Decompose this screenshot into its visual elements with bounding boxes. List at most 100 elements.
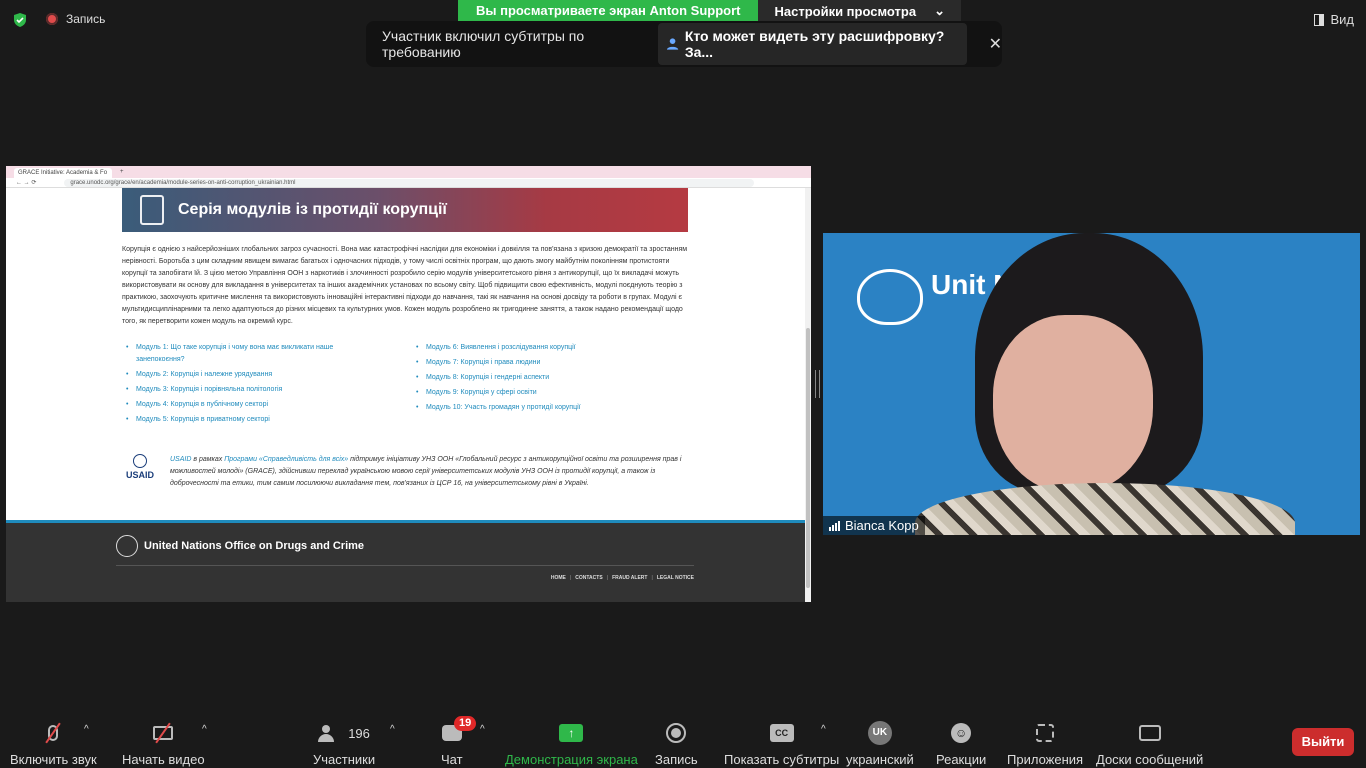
whiteboard-icon bbox=[1138, 722, 1161, 744]
reactions-label: Реакции bbox=[936, 752, 987, 767]
scroll-thumb[interactable] bbox=[806, 328, 810, 588]
apps-label: Приложения bbox=[1007, 752, 1084, 767]
show-captions-label: Показать субтитры bbox=[724, 752, 840, 767]
audio-options-caret[interactable]: ^ bbox=[84, 724, 89, 735]
participant-name: Bianca Kopp bbox=[845, 518, 919, 533]
participants-count: 196 bbox=[348, 725, 370, 741]
page-scrollbar[interactable] bbox=[805, 188, 811, 602]
splitter-handle[interactable] bbox=[815, 370, 820, 398]
view-settings-button[interactable]: Настройки просмотра ⌄ bbox=[758, 0, 961, 22]
module-link[interactable]: Модуль 8: Корупція і гендерні аспекти bbox=[414, 372, 664, 384]
view-settings-label: Настройки просмотра bbox=[774, 3, 917, 19]
usaid-logo-text: USAID bbox=[125, 470, 154, 480]
browser-tab-bar: GRACE Initiative: Academia & Fo + bbox=[6, 166, 811, 178]
participant-face bbox=[993, 315, 1153, 493]
reactions-button[interactable]: ☺ Реакции bbox=[936, 722, 986, 767]
module-link[interactable]: Модуль 1: Що таке корупція і чому вона м… bbox=[124, 342, 374, 366]
participants-label: Участники bbox=[313, 752, 376, 767]
viewing-screen-label: Вы просматриваете экран Anton Support bbox=[458, 0, 759, 22]
certificate-icon bbox=[140, 195, 164, 225]
language-button[interactable]: UK украинский bbox=[846, 721, 914, 767]
nav-arrows-icon[interactable]: ← → ⟳ bbox=[16, 179, 36, 186]
record-icon bbox=[666, 722, 687, 744]
usaid-section: USAID USAID в рамках Програми «Справедли… bbox=[120, 454, 690, 490]
new-tab-icon[interactable]: + bbox=[120, 169, 124, 175]
view-button[interactable]: Вид bbox=[1314, 12, 1354, 27]
web-page: Серія модулів із протидії корупції Коруп… bbox=[6, 188, 811, 602]
modules-list-left: Модуль 1: Що таке корупція і чому вона м… bbox=[124, 342, 374, 429]
transcript-visibility-link[interactable]: Кто может видеть эту расшифровку? За... bbox=[657, 23, 967, 65]
module-link[interactable]: Модуль 2: Корупція і належне урядування bbox=[124, 369, 374, 381]
muted-mic-icon bbox=[45, 722, 62, 744]
footer-separator: | bbox=[569, 575, 572, 581]
share-screen-button[interactable]: ↑ Демонстрация экрана bbox=[505, 722, 638, 767]
footer-separator: | bbox=[606, 575, 609, 581]
participants-options-caret[interactable]: ^ bbox=[390, 724, 395, 735]
view-label: Вид bbox=[1330, 12, 1354, 27]
zoom-meeting-window: Запись Вы просматриваете экран Anton Sup… bbox=[0, 0, 1366, 768]
chat-label: Чат bbox=[441, 752, 463, 767]
participant-clothing bbox=[915, 483, 1295, 535]
module-link[interactable]: Модуль 10: Участь громадян у протидії ко… bbox=[414, 402, 664, 414]
apps-button[interactable]: Приложения bbox=[1007, 722, 1083, 767]
module-link[interactable]: Модуль 3: Корупція і порівняльна політол… bbox=[124, 384, 374, 396]
meeting-toolbar: Включить звук ^ Начать видео ^ 196 Участ… bbox=[0, 712, 1366, 768]
captions-options-caret[interactable]: ^ bbox=[821, 724, 826, 735]
modules-list-right: Модуль 6: Виявлення і розслідування кору… bbox=[414, 342, 664, 417]
caption-notice: Участник включил субтитры по требованию … bbox=[366, 21, 1002, 67]
leave-button[interactable]: Выйти bbox=[1292, 728, 1354, 756]
module-link[interactable]: Модуль 6: Виявлення і розслідування кору… bbox=[414, 342, 664, 354]
browser-tab[interactable]: GRACE Initiative: Academia & Fo bbox=[14, 168, 112, 178]
footer-link-legal-notice[interactable]: LEGAL NOTICE bbox=[657, 575, 694, 581]
footer-separator: | bbox=[651, 575, 653, 581]
usaid-statement: USAID в рамках Програми «Справедливість … bbox=[170, 454, 690, 490]
browser-address-bar: ← → ⟳ grace.unodc.org/grace/en/academia/… bbox=[6, 178, 811, 188]
layout-icon bbox=[1314, 13, 1325, 26]
participant-video[interactable]: Unit Nati Bianca Kopp bbox=[823, 233, 1360, 535]
record-dot-icon bbox=[46, 13, 58, 25]
screen-share-banner: Вы просматриваете экран Anton Support На… bbox=[458, 0, 961, 22]
footer-link-home[interactable]: HOME bbox=[551, 575, 566, 581]
participants-icon: 196 bbox=[318, 722, 370, 744]
module-link[interactable]: Модуль 4: Корупція в публічному секторі bbox=[124, 399, 374, 411]
start-video-button[interactable]: Начать видео bbox=[122, 722, 205, 767]
hero-title: Серія модулів із протидії корупції bbox=[178, 201, 447, 218]
notice-text: Участник включил субтитры по требованию bbox=[382, 28, 585, 60]
record-button[interactable]: Запись bbox=[655, 722, 698, 767]
footer-link-fraud-alert[interactable]: FRAUD ALERT bbox=[612, 575, 647, 581]
signal-strength-icon bbox=[829, 520, 840, 531]
page-footer: United Nations Office on Drugs and Crime… bbox=[6, 523, 805, 602]
intro-paragraph: Корупція є однією з найсерйозніших глоба… bbox=[122, 246, 688, 325]
share-screen-label: Демонстрация экрана bbox=[505, 752, 638, 767]
whiteboards-button[interactable]: Доски сообщений bbox=[1096, 722, 1203, 767]
chevron-down-icon: ⌄ bbox=[934, 3, 945, 18]
video-options-caret[interactable]: ^ bbox=[202, 724, 207, 735]
whiteboards-label: Доски сообщений bbox=[1096, 752, 1204, 767]
participants-button[interactable]: 196 Участники bbox=[313, 722, 375, 767]
recording-indicator[interactable]: Запись bbox=[46, 12, 105, 26]
unodc-logo[interactable]: United Nations Office on Drugs and Crime bbox=[116, 535, 364, 557]
module-link[interactable]: Модуль 5: Корупція в приватному секторі bbox=[124, 414, 374, 426]
url-field[interactable]: grace.unodc.org/grace/en/academia/module… bbox=[64, 178, 755, 187]
usaid-logo: USAID bbox=[120, 454, 160, 484]
un-emblem-icon bbox=[116, 535, 138, 557]
participant-name-tag: Bianca Kopp bbox=[823, 516, 925, 535]
captions-icon: CC bbox=[769, 722, 794, 744]
share-screen-icon: ↑ bbox=[559, 722, 584, 744]
chat-options-caret[interactable]: ^ bbox=[480, 724, 485, 735]
footer-links: HOME | CONTACTS | FRAUD ALERT | LEGAL NO… bbox=[551, 575, 694, 581]
usaid-link[interactable]: USAID bbox=[170, 456, 191, 463]
un-emblem-icon bbox=[857, 269, 923, 325]
module-link[interactable]: Модуль 9: Корупція у сфері освіти bbox=[414, 387, 664, 399]
security-shield-icon[interactable] bbox=[12, 12, 28, 28]
usaid-seal-icon bbox=[133, 454, 147, 468]
justice-program-link[interactable]: Програми «Справедливість для всіх» bbox=[224, 456, 348, 463]
start-video-label: Начать видео bbox=[122, 752, 205, 767]
close-icon[interactable]: ✕ bbox=[989, 34, 1002, 54]
unmute-label: Включить звук bbox=[10, 752, 97, 767]
footer-link-contacts[interactable]: CONTACTS bbox=[575, 575, 602, 581]
footer-divider bbox=[116, 565, 694, 566]
language-icon: UK bbox=[867, 721, 892, 745]
module-link[interactable]: Модуль 7: Корупція і права людини bbox=[414, 357, 664, 369]
hero-banner: Серія модулів із протидії корупції bbox=[122, 188, 688, 232]
